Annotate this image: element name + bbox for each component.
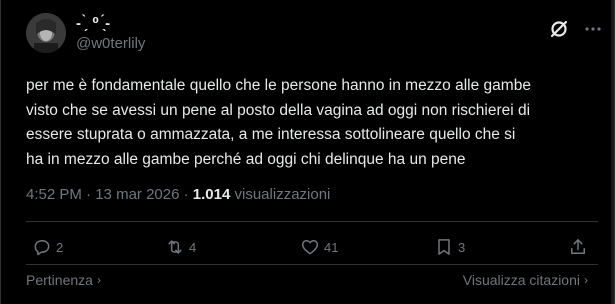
reply-button[interactable]: 2 bbox=[32, 236, 63, 258]
view-quotes-link[interactable]: Visualizza citazioni › bbox=[463, 271, 588, 289]
tweet-meta: 4:52 PM · 13 mar 2026 · 1.014 visualizza… bbox=[26, 185, 330, 205]
share-button[interactable] bbox=[568, 236, 588, 258]
repost-button[interactable]: 4 bbox=[165, 236, 196, 258]
tweet-text-line: per me è fondamentale quello che le pers… bbox=[26, 77, 531, 94]
tweet-text-line: ha in mezzo alle gambe perché ad oggi ch… bbox=[26, 150, 466, 168]
repost-count: 4 bbox=[189, 239, 197, 255]
meta-separator: · bbox=[179, 186, 193, 203]
views-label: visualizzazioni bbox=[230, 186, 331, 203]
author-display-name[interactable]: - ̗̀ ⁰ ̖́- bbox=[76, 15, 111, 33]
reply-count: 2 bbox=[56, 239, 64, 255]
like-count: 41 bbox=[324, 239, 339, 255]
tweet-date[interactable]: 13 mar 2026 bbox=[95, 186, 179, 203]
grok-icon[interactable] bbox=[549, 19, 569, 39]
author-handle[interactable]: @w0terlily bbox=[76, 35, 145, 53]
bookmark-button[interactable]: 3 bbox=[434, 236, 465, 258]
divider bbox=[26, 221, 598, 222]
tweet-time[interactable]: 4:52 PM bbox=[26, 186, 82, 203]
chevron-right-icon: › bbox=[96, 273, 101, 287]
scrollbar[interactable] bbox=[611, 0, 614, 304]
divider bbox=[26, 264, 598, 265]
more-icon[interactable] bbox=[583, 19, 603, 39]
tweet-detail: - ̗̀ ⁰ ̖́- @w0terlily per me è fondament… bbox=[0, 0, 615, 304]
bookmark-icon bbox=[438, 239, 450, 255]
sort-dropdown[interactable]: Pertinenza › bbox=[26, 271, 101, 289]
heart-icon bbox=[301, 240, 319, 255]
quotes-label: Visualizza citazioni bbox=[462, 272, 580, 288]
share-icon bbox=[571, 239, 585, 254]
tweet-text: per me è fondamentale quello che le pers… bbox=[26, 74, 596, 172]
reply-icon bbox=[34, 240, 50, 256]
bookmark-count: 3 bbox=[458, 239, 466, 255]
avatar[interactable] bbox=[26, 13, 66, 53]
like-button[interactable]: 41 bbox=[300, 236, 338, 258]
action-bar: 2 4 41 3 bbox=[1, 236, 615, 258]
tweet-text-line: essere stuprata o ammazzata, a me intere… bbox=[26, 126, 516, 143]
tweet-text-line: visto che se avessi un pene al posto del… bbox=[26, 101, 531, 119]
views-count: 1.014 bbox=[192, 186, 231, 203]
sort-label: Pertinenza bbox=[26, 272, 93, 288]
repost-icon bbox=[168, 240, 182, 254]
chevron-right-icon: › bbox=[584, 273, 588, 287]
meta-separator: · bbox=[81, 186, 96, 203]
